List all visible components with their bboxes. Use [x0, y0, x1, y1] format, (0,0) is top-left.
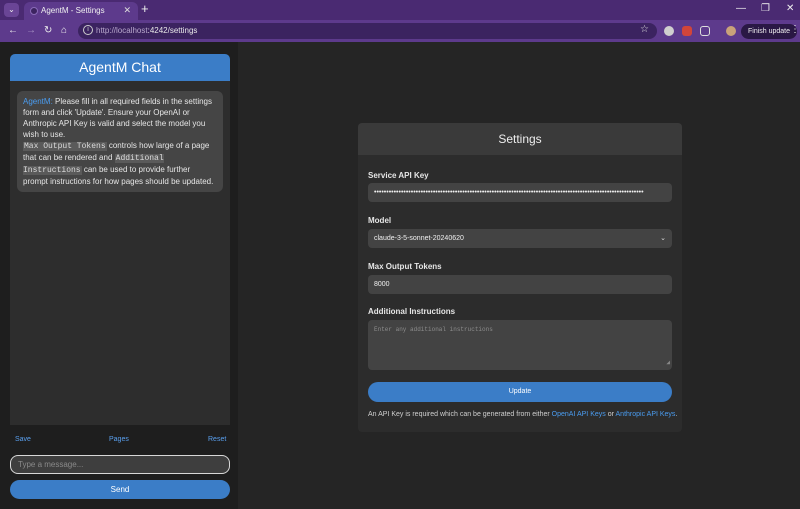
tab-search-button[interactable]: ⌄ — [4, 3, 19, 17]
site-info-icon[interactable]: i — [83, 25, 93, 35]
url-host: http://localhost — [96, 26, 148, 35]
url-text: http://localhost:4242/settings — [96, 26, 197, 35]
max-tokens-label: Max Output Tokens — [368, 262, 442, 271]
model-select[interactable]: claude-3-5-sonnet-20240620 ⌄ — [368, 229, 672, 248]
note-suffix: . — [675, 411, 678, 418]
save-link[interactable]: Save — [15, 436, 31, 443]
settings-form: Settings Service API Key •••••••••••••••… — [358, 123, 682, 432]
note-prefix: An API Key is required which can be gene… — [368, 411, 550, 418]
back-icon[interactable]: ← — [8, 24, 18, 38]
main-content: Settings Service API Key •••••••••••••••… — [238, 42, 800, 509]
instructions-textarea[interactable]: Enter any additional instructions ◢ — [368, 320, 672, 370]
forward-icon[interactable]: → — [26, 24, 36, 38]
code-max-output-tokens: Max Output Tokens — [23, 142, 107, 151]
agent-message: AgentM: Please fill in all required fiel… — [17, 91, 223, 192]
anthropic-api-keys-link[interactable]: Anthropic API Keys — [616, 411, 676, 418]
profile-avatar[interactable] — [726, 26, 736, 36]
chevron-down-icon: ⌄ — [660, 235, 666, 242]
address-bar[interactable]: i http://localhost:4242/settings ☆ — [78, 23, 657, 39]
reset-link[interactable]: Reset — [208, 436, 226, 443]
tab-close-icon[interactable]: ✕ — [123, 5, 131, 16]
extension-red-icon[interactable] — [682, 26, 692, 36]
minimize-icon[interactable]: — — [736, 3, 746, 14]
instructions-placeholder: Enter any additional instructions — [374, 326, 493, 333]
finish-update-button[interactable]: Finish update — [741, 24, 797, 39]
browser-toolbar: ← → ↻ ⌂ i http://localhost:4242/settings… — [0, 20, 800, 42]
active-tab[interactable]: AgentM - Settings ✕ — [24, 2, 138, 20]
home-icon[interactable]: ⌂ — [61, 24, 67, 38]
reload-icon[interactable]: ↻ — [44, 24, 52, 38]
extension-icon[interactable] — [664, 26, 674, 36]
settings-title: Settings — [358, 123, 682, 155]
chat-history: AgentM: Please fill in all required fiel… — [10, 81, 230, 425]
openai-api-keys-link[interactable]: OpenAI API Keys — [552, 411, 606, 418]
api-key-input[interactable]: ••••••••••••••••••••••••••••••••••••••••… — [368, 183, 672, 202]
url-path: :4242/settings — [147, 26, 198, 35]
tab-favicon-icon — [30, 7, 38, 15]
tab-strip: ⌄ AgentM - Settings ✕ + — ❐ ✕ — [0, 0, 800, 20]
message-input[interactable] — [10, 455, 230, 474]
restore-icon[interactable]: ❐ — [761, 3, 770, 14]
agent-name: AgentM: — [23, 97, 53, 106]
bookmark-star-icon[interactable]: ☆ — [640, 24, 649, 35]
update-button[interactable]: Update — [368, 382, 672, 402]
instructions-label: Additional Instructions — [368, 307, 456, 316]
new-tab-button[interactable]: + — [141, 2, 149, 16]
tab-title: AgentM - Settings — [41, 6, 105, 15]
pages-link[interactable]: Pages — [109, 436, 129, 443]
close-window-icon[interactable]: ✕ — [786, 3, 794, 14]
model-selected-value: claude-3-5-sonnet-20240620 — [374, 235, 464, 242]
extensions-puzzle-icon[interactable] — [700, 26, 710, 36]
note-or: or — [607, 411, 614, 418]
max-tokens-input[interactable]: 8000 — [368, 275, 672, 294]
browser-menu-icon[interactable]: ⋮ — [790, 24, 800, 35]
api-key-note: An API Key is required which can be gene… — [368, 411, 678, 418]
model-label: Model — [368, 216, 392, 225]
send-button[interactable]: Send — [10, 480, 230, 499]
resize-handle-icon[interactable]: ◢ — [666, 357, 670, 369]
chat-links: Save Pages Reset — [15, 436, 226, 446]
chat-sidebar: AgentM Chat AgentM: Please fill in all r… — [0, 42, 238, 509]
chat-title: AgentM Chat — [10, 54, 230, 81]
api-key-label: Service API Key — [368, 171, 429, 180]
